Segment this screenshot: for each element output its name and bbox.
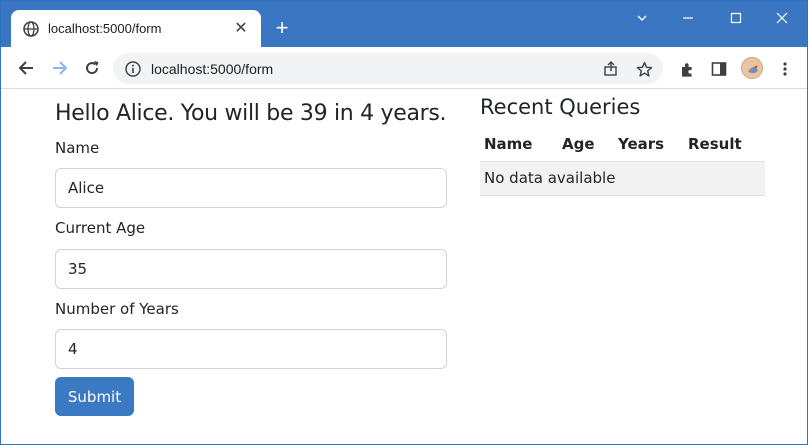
address-bar[interactable]: localhost:5000/form xyxy=(113,53,663,84)
extensions-icon[interactable] xyxy=(677,59,697,79)
name-input[interactable]: Alice xyxy=(55,168,447,208)
column-header-age: Age xyxy=(558,127,614,162)
recent-queries-title: Recent Queries xyxy=(480,95,641,119)
maximize-button[interactable] xyxy=(713,7,759,31)
result-heading: Hello Alice. You will be 39 in 4 years. xyxy=(55,101,447,126)
table-row: No data available xyxy=(480,161,765,196)
tab-search-chevron-icon[interactable] xyxy=(619,7,665,31)
back-icon[interactable] xyxy=(13,55,39,81)
minimize-button[interactable] xyxy=(665,7,711,31)
name-label: Name xyxy=(55,139,100,157)
browser-window: localhost:5000/form ✕ + localhost:5000/f… xyxy=(0,0,808,445)
recent-queries-table: Name Age Years Result No data available xyxy=(480,127,765,196)
column-header-name: Name xyxy=(480,127,558,162)
number-of-years-label: Number of Years xyxy=(55,300,179,318)
tab-title: localhost:5000/form xyxy=(48,21,162,36)
column-header-years: Years xyxy=(614,127,684,162)
side-panel-icon[interactable] xyxy=(709,59,729,79)
browser-toolbar: localhost:5000/form xyxy=(1,47,807,89)
globe-icon xyxy=(23,20,39,37)
url-text: localhost:5000/form xyxy=(151,60,274,77)
browser-tab[interactable]: localhost:5000/form ✕ xyxy=(11,10,261,47)
forward-icon[interactable] xyxy=(47,55,73,81)
submit-button[interactable]: Submit xyxy=(55,377,134,416)
new-tab-button[interactable]: + xyxy=(269,16,295,42)
title-bar: localhost:5000/form ✕ + xyxy=(1,1,807,47)
table-header-row: Name Age Years Result xyxy=(480,127,765,162)
column-header-result: Result xyxy=(684,127,765,162)
empty-table-message: No data available xyxy=(480,161,765,196)
site-info-icon[interactable] xyxy=(125,60,141,77)
bookmark-star-icon[interactable] xyxy=(634,59,654,79)
page-content: Hello Alice. You will be 39 in 4 years. … xyxy=(1,89,807,445)
number-of-years-input[interactable]: 4 xyxy=(55,329,447,369)
share-icon[interactable] xyxy=(601,59,621,79)
tab-close-icon[interactable]: ✕ xyxy=(233,20,249,37)
reload-icon[interactable] xyxy=(79,55,105,81)
current-age-label: Current Age xyxy=(55,219,146,237)
menu-icon[interactable] xyxy=(775,59,795,79)
current-age-input[interactable]: 35 xyxy=(55,249,447,289)
close-window-button[interactable] xyxy=(759,7,805,31)
profile-avatar[interactable] xyxy=(741,57,763,79)
